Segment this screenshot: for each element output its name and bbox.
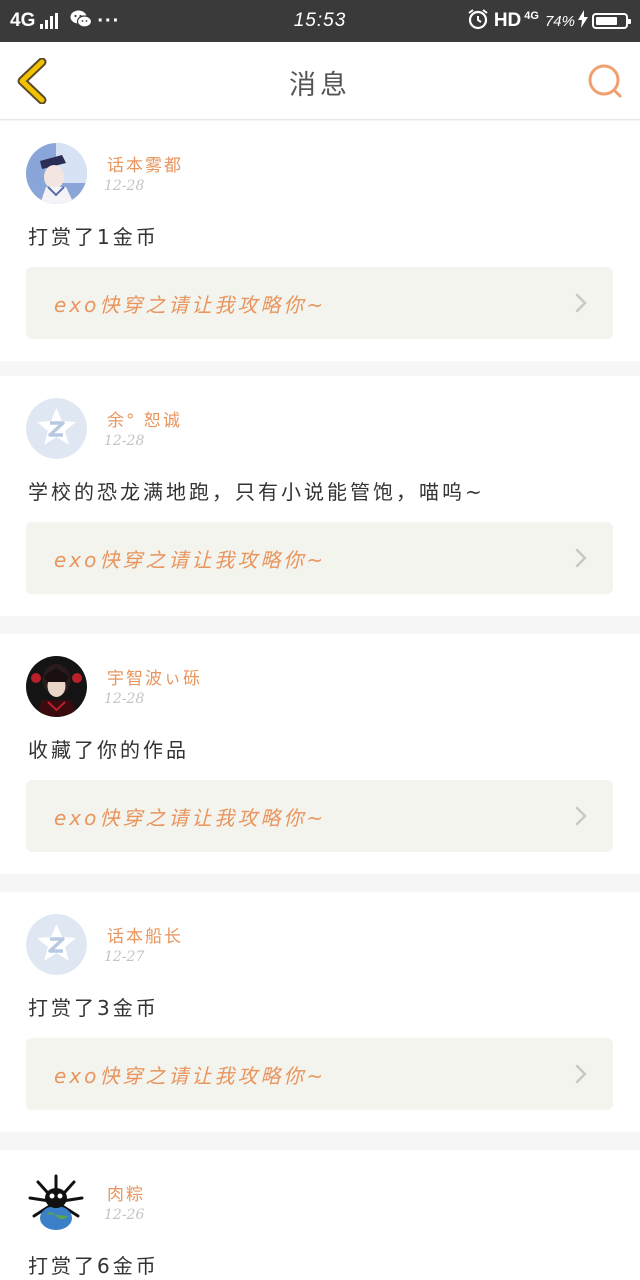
default-q-avatar-icon [26,398,87,459]
username[interactable]: 肉粽 [107,1180,145,1205]
username[interactable]: 话本雾都 [107,151,183,176]
charging-icon [578,9,588,33]
work-title: exo快穿之请让我攻略你~ [54,806,327,830]
message-item: 话本船长 12-27 打赏了3金币 exo快穿之请让我攻略你~ [0,892,640,1132]
chevron-right-icon [575,1064,587,1084]
nav-bar: 消息 [0,42,640,120]
anime-portrait-avatar-icon [26,143,87,204]
chevron-right-icon [575,548,587,568]
message-date: 12-27 [104,949,145,965]
username[interactable]: 话本船长 [107,922,183,947]
work-title: exo快穿之请让我攻略你~ [54,548,327,572]
battery-icon [592,13,631,29]
work-link[interactable]: exo快穿之请让我攻略你~ [26,1038,613,1110]
message-date: 12-28 [104,178,145,194]
work-title: exo快穿之请让我攻略你~ [54,293,327,317]
message-date: 12-26 [104,1207,145,1223]
avatar[interactable] [26,1172,87,1233]
network-type-small: 4G [524,10,539,22]
avatar[interactable] [26,656,87,717]
page-title: 消息 [289,70,351,101]
message-date: 12-28 [104,691,145,707]
message-item: 话本雾都 12-28 打赏了1金币 exo快穿之请让我攻略你~ [0,121,640,361]
message-text: 打赏了3金币 [28,996,159,1020]
avatar[interactable] [26,143,87,204]
message-item: 宇智波ぃ砾 12-28 收藏了你的作品 exo快穿之请让我攻略你~ [0,634,640,874]
chevron-right-icon [575,293,587,313]
chevron-right-icon [575,806,587,826]
avatar[interactable] [26,398,87,459]
battery-percent: 74% [544,12,575,30]
avatar[interactable] [26,914,87,975]
username[interactable]: 余° 恕诚 [107,406,182,431]
work-link[interactable]: exo快穿之请让我攻略你~ [26,267,613,339]
message-text: 打赏了1金币 [28,225,159,249]
message-date: 12-28 [104,433,145,449]
search-icon [588,64,622,98]
search-button[interactable] [584,60,626,102]
work-title: exo快穿之请让我攻略你~ [54,1064,327,1088]
message-item: 余° 恕诚 12-28 学校的恐龙满地跑，只有小说能管饱，喵呜~ exo快穿之请… [0,376,640,616]
status-bar: 4G ··· 15:53 HD 4G 74% [0,0,640,42]
work-link[interactable]: exo快穿之请让我攻略你~ [26,780,613,852]
message-text: 学校的恐龙满地跑，只有小说能管饱，喵呜~ [28,480,485,504]
alarm-icon [467,8,489,35]
message-item: 肉粽 12-26 打赏了6金币 [0,1150,640,1280]
spiky-creature-avatar-icon [26,1172,87,1233]
message-text: 打赏了6金币 [28,1254,159,1278]
hd-indicator: HD [493,10,522,31]
username[interactable]: 宇智波ぃ砾 [107,664,202,689]
work-link[interactable]: exo快穿之请让我攻略你~ [26,522,613,594]
default-q-avatar-icon [26,914,87,975]
message-text: 收藏了你的作品 [28,738,189,762]
dark-portrait-avatar-icon [26,656,87,717]
